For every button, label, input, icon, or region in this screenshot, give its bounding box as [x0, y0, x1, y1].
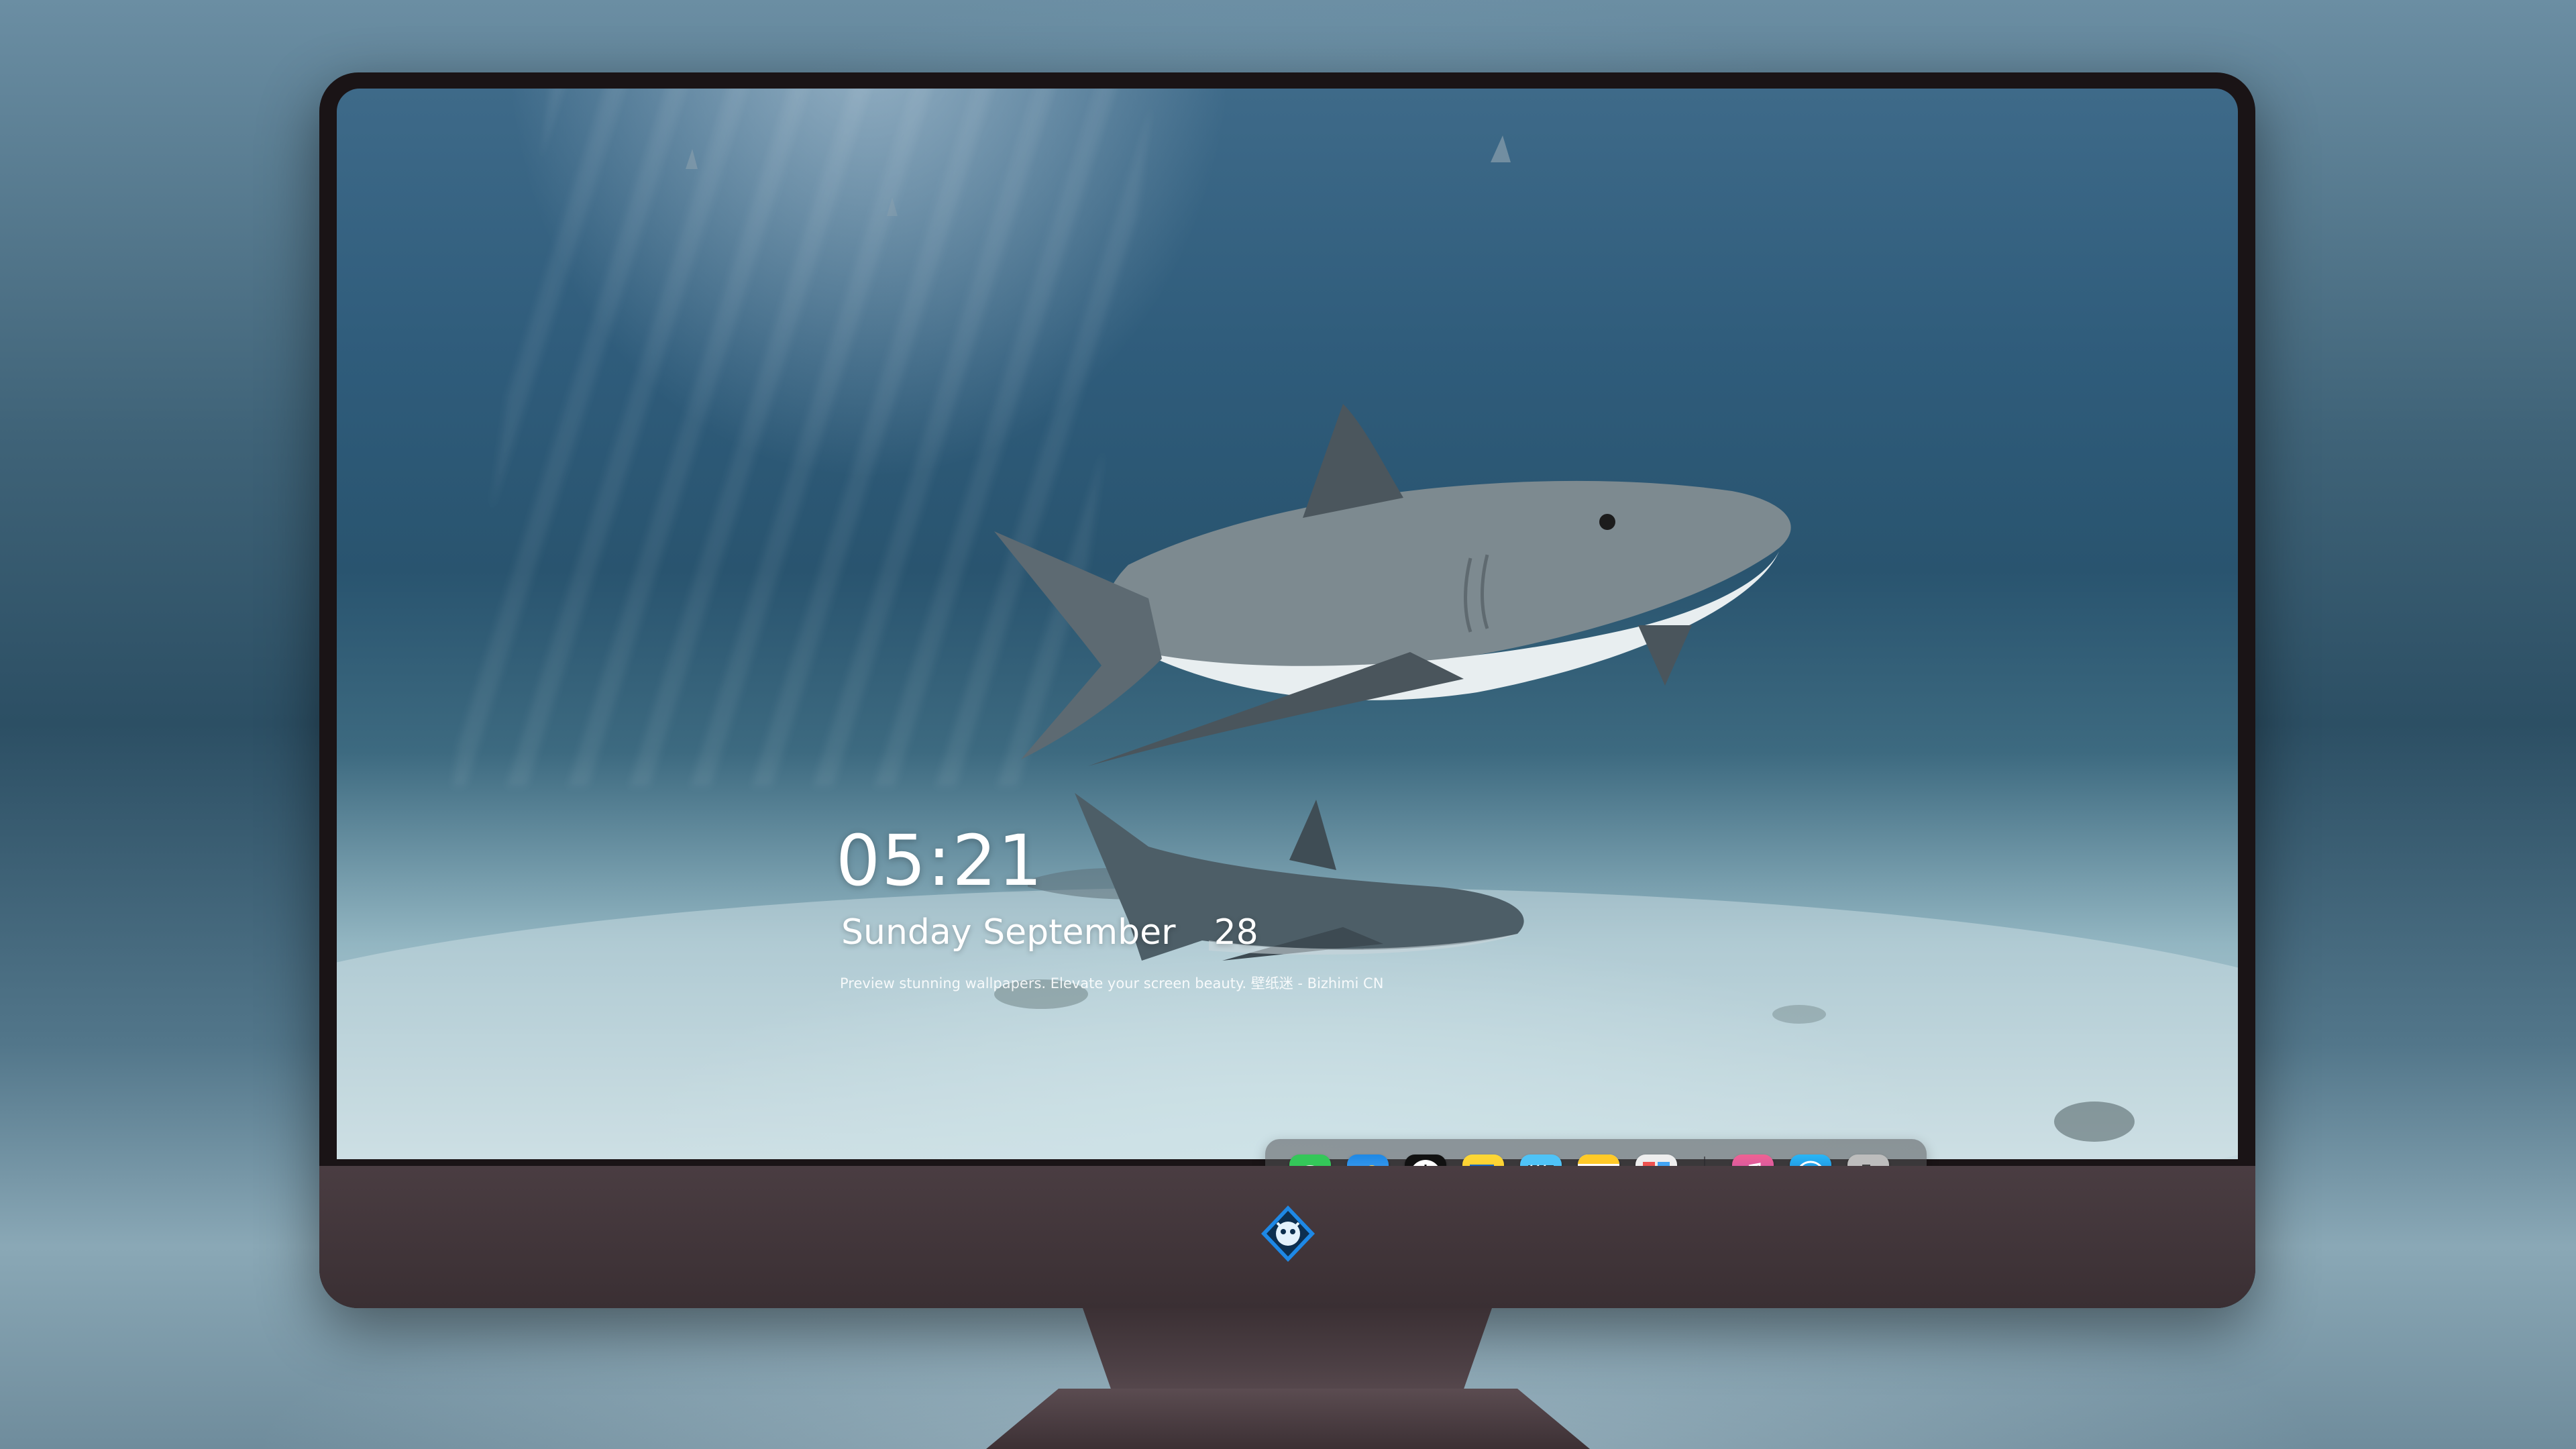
monitor: 05:21 Sunday September 28 Preview stunni…	[319, 72, 2255, 1308]
date-month: September	[983, 912, 1176, 953]
lock-screen-date: Sunday September 28	[841, 912, 1258, 953]
monitor-chin	[319, 1166, 2255, 1308]
brand-logo-icon	[1261, 1205, 1315, 1262]
monitor-stand-base	[986, 1389, 1590, 1449]
shark-wallpaper-art	[337, 136, 2238, 1159]
wallpaper-tagline: Preview stunning wallpapers. Elevate you…	[840, 975, 1384, 991]
lock-screen-time: 05:21	[836, 820, 1044, 902]
date-weekday: Sunday	[841, 912, 972, 953]
date-day: 28	[1214, 912, 1258, 953]
wallpaper-preview-scene: 05:21 Sunday September 28 Preview stunni…	[0, 0, 2576, 1449]
monitor-stand-neck	[1083, 1308, 1492, 1402]
desktop-screen: 05:21 Sunday September 28 Preview stunni…	[337, 89, 2238, 1159]
